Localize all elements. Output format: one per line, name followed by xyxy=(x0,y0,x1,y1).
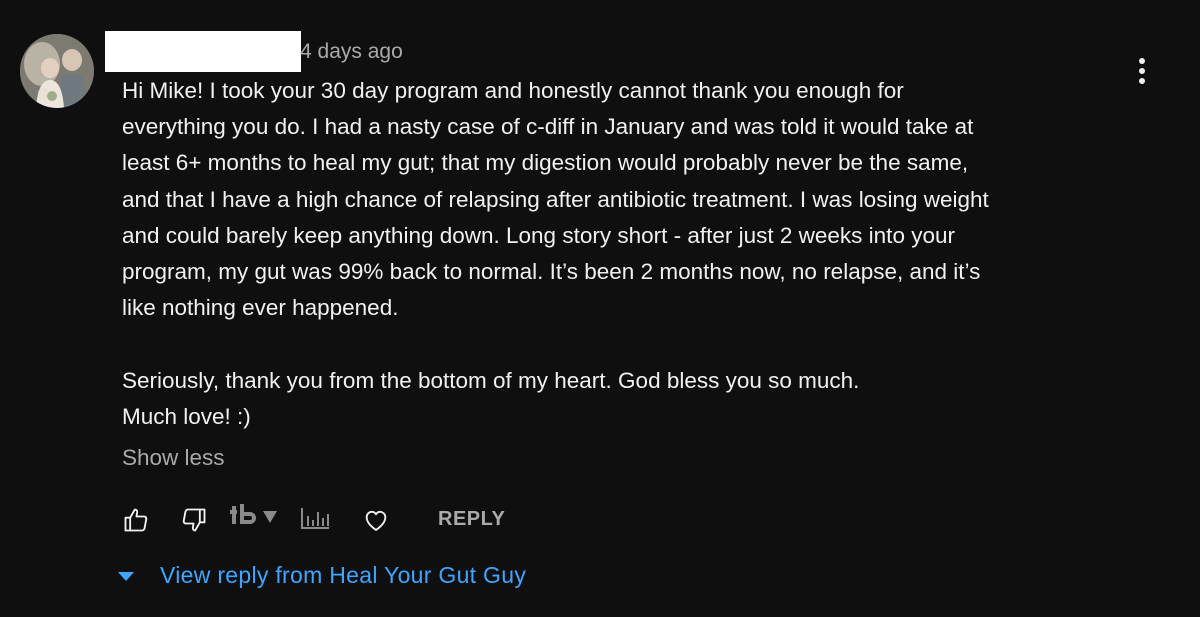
more-dot xyxy=(1139,78,1145,84)
comment-line: and that I have a high chance of relapsi… xyxy=(122,186,989,212)
comment-text: Hi Mike! I took your 30 day program and … xyxy=(122,73,1122,435)
caret-down-icon xyxy=(118,571,134,581)
author-name-redacted xyxy=(105,31,301,72)
comment-line: Seriously, thank you from the bottom of … xyxy=(122,367,860,393)
view-reply-toggle[interactable]: View reply from Heal Your Gut Guy xyxy=(118,558,526,592)
reply-button[interactable]: REPLY xyxy=(438,508,505,531)
view-reply-label: View reply from Heal Your Gut Guy xyxy=(160,561,527,588)
comment-line: like nothing ever happened. xyxy=(122,295,399,321)
comment-line: least 6+ months to heal my gut; that my … xyxy=(122,150,969,176)
comment-line: program, my gut was 99% back to normal. … xyxy=(122,259,981,285)
thumbs-down-icon[interactable] xyxy=(180,506,208,539)
thumbs-up-icon[interactable] xyxy=(122,506,150,539)
comment-line: everything you do. I had a nasty case of… xyxy=(122,114,974,140)
more-dot xyxy=(1139,68,1145,74)
show-less-button[interactable]: Show less xyxy=(122,445,225,471)
more-dot xyxy=(1139,58,1145,64)
tubebuddy-icon[interactable] xyxy=(230,504,258,535)
avatar[interactable] xyxy=(20,34,94,108)
comment-action-bar: REPLY xyxy=(0,500,1200,540)
heart-icon[interactable] xyxy=(362,506,390,539)
more-actions-icon[interactable] xyxy=(1130,56,1154,88)
comment-line: and could barely keep anything down. Lon… xyxy=(122,222,955,248)
comment-timestamp[interactable]: 4 days ago xyxy=(300,40,403,64)
comment-line: Hi Mike! I took your 30 day program and … xyxy=(122,78,904,103)
avatar-photo xyxy=(20,34,94,108)
comment-line: Much love! :) xyxy=(122,403,251,429)
bar-chart-icon[interactable] xyxy=(299,504,331,535)
dropdown-arrow-icon[interactable] xyxy=(262,510,278,529)
